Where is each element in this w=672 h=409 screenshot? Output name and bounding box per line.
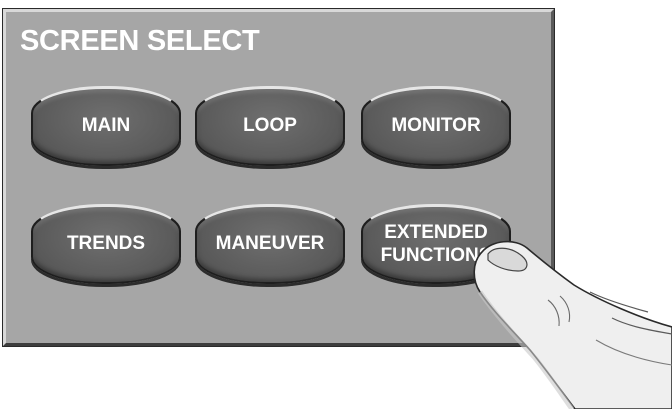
monitor-button-label: MONITOR — [391, 115, 481, 137]
extended-functions-label-line2: FUNCTIONS — [380, 244, 492, 266]
maneuver-button[interactable]: MANEUVER — [195, 204, 345, 284]
screen-select-panel: SCREEN SELECT MAIN LOOP MONITOR TRENDS M… — [3, 9, 554, 346]
extended-functions-label: EXTENDED FUNCTIONS — [381, 222, 492, 268]
main-button[interactable]: MAIN — [31, 86, 181, 166]
loop-button[interactable]: LOOP — [195, 86, 345, 166]
screen-select-illustration: SCREEN SELECT MAIN LOOP MONITOR TRENDS M… — [0, 0, 672, 409]
loop-button-label: LOOP — [243, 115, 297, 137]
monitor-button[interactable]: MONITOR — [361, 86, 511, 166]
main-button-label: MAIN — [81, 115, 131, 137]
panel-title: SCREEN SELECT — [20, 25, 260, 57]
extended-functions-label-line1: EXTENDED — [384, 221, 488, 243]
trends-button-label: TRENDS — [66, 233, 146, 255]
maneuver-button-label: MANEUVER — [215, 233, 325, 255]
extended-functions-button[interactable]: EXTENDED FUNCTIONS — [361, 204, 511, 284]
trends-button[interactable]: TRENDS — [31, 204, 181, 284]
